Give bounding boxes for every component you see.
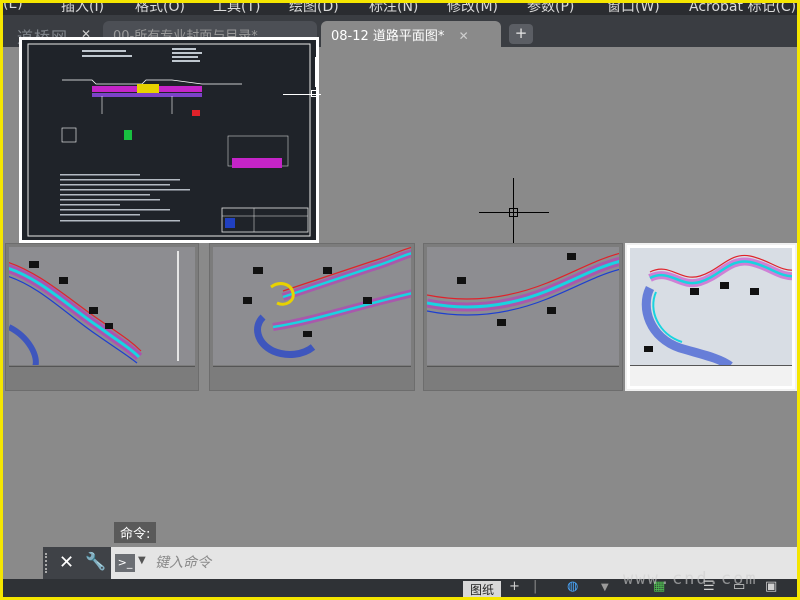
menu-acrobat[interactable]: Acrobat 标记(C) — [689, 3, 796, 15]
command-history-label: 命令: — [114, 522, 157, 543]
chevron-down-icon[interactable]: ▼ — [601, 582, 609, 593]
autocad-window: (E) 插入(I) 格式(O) 工具(T) 绘图(D) 标注(N) 修改(M) … — [3, 3, 797, 597]
menu-modify[interactable]: 修改(M) — [447, 3, 498, 15]
drawing-canvas[interactable] — [3, 37, 797, 547]
layout-drawing — [27, 43, 311, 237]
prompt-icon[interactable]: >_ — [115, 554, 135, 572]
crosshair-box — [311, 90, 318, 97]
command-line-toolbar: ✕ 🔧 — [43, 547, 111, 579]
crosshair-line — [315, 57, 316, 87]
globe-icon[interactable]: ◍ — [567, 579, 578, 594]
site-watermark: www.cnd.com — [623, 569, 758, 589]
tab-label: 08-12 道路平面图* — [331, 29, 445, 44]
menu-parametric[interactable]: 参数(P) — [527, 3, 574, 15]
layout-preview-sheet[interactable] — [19, 37, 319, 243]
menu-draw[interactable]: 绘图(D) — [289, 3, 339, 15]
layout-thumbnail-selected[interactable] — [625, 243, 797, 391]
paper-space-tab[interactable]: 图纸 — [463, 581, 501, 597]
new-tab-button[interactable]: + — [509, 24, 533, 44]
wrench-icon[interactable]: 🔧 — [85, 552, 106, 572]
separator: | — [533, 579, 538, 594]
menu-window[interactable]: 窗口(W) — [607, 3, 660, 15]
fullscreen-icon[interactable]: ▣ — [765, 579, 777, 594]
tab-road-plan[interactable]: 08-12 道路平面图* ✕ — [321, 21, 501, 47]
road-plan-drawing — [243, 247, 411, 358]
cursor-pickbox — [509, 208, 518, 217]
menu-insert[interactable]: 插入(I) — [61, 3, 104, 15]
road-plan-drawing — [9, 251, 179, 365]
layout-thumbnail[interactable] — [5, 243, 199, 391]
road-plan-drawing — [641, 254, 792, 366]
layout-thumbnail[interactable] — [209, 243, 415, 391]
drag-handle[interactable] — [45, 553, 51, 573]
close-icon[interactable]: ✕ — [59, 552, 74, 573]
menu-dimension[interactable]: 标注(N) — [369, 3, 418, 15]
menu-bar: (E) 插入(I) 格式(O) 工具(T) 绘图(D) 标注(N) 修改(M) … — [3, 3, 797, 15]
add-layout-button[interactable]: + — [509, 579, 520, 594]
menu-format[interactable]: 格式(O) — [135, 3, 185, 15]
road-plan-drawing — [427, 252, 619, 326]
menu-edit[interactable]: (E) — [3, 3, 23, 12]
chevron-down-icon[interactable]: ▼ — [138, 555, 146, 566]
menu-tools[interactable]: 工具(T) — [213, 3, 260, 15]
layout-thumbnail[interactable] — [423, 243, 623, 391]
close-icon[interactable]: ✕ — [459, 29, 469, 43]
